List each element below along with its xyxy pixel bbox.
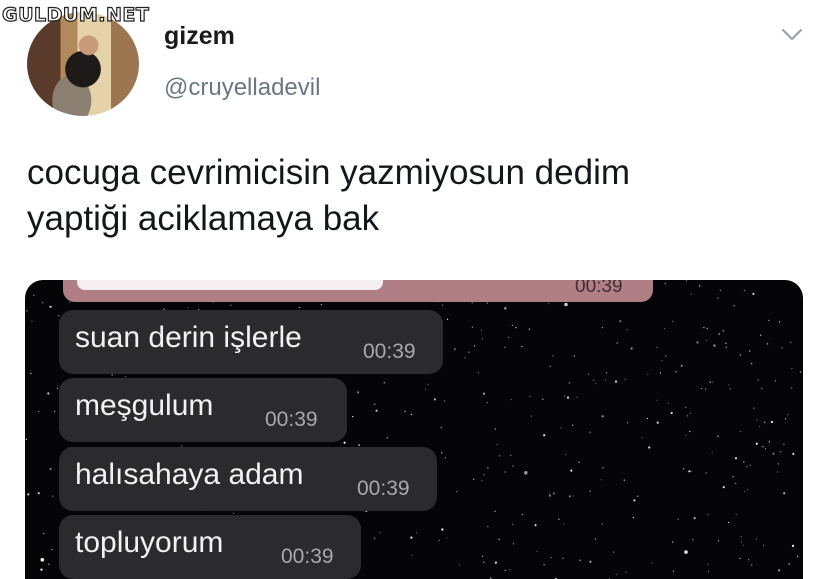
message-bubble[interactable]: meşgulum 00:39 bbox=[59, 378, 347, 442]
tweet-line: cocuga cevrimicisin yazmiyosun dedim bbox=[27, 153, 630, 192]
previous-message-time: 00:39 bbox=[575, 280, 623, 297]
message-bubble[interactable]: suan derin işlerle 00:39 bbox=[59, 310, 443, 374]
user-name[interactable]: gizem bbox=[164, 22, 235, 51]
tweet-text: cocuga cevrimicisin yazmiyosun dedim yap… bbox=[27, 150, 807, 242]
message-text: suan derin işlerle bbox=[75, 321, 302, 354]
previous-message-reply-box bbox=[77, 280, 383, 290]
message-time: 00:39 bbox=[265, 408, 318, 431]
message-text: topluyorum bbox=[75, 526, 224, 559]
watermark-logo: GULDUM.NET bbox=[1, 3, 150, 26]
message-bubble[interactable]: halısahaya adam 00:39 bbox=[59, 447, 437, 511]
message-time: 00:39 bbox=[357, 477, 410, 500]
message-text: halısahaya adam bbox=[75, 458, 304, 491]
user-handle[interactable]: @cruyelladevil bbox=[164, 74, 320, 102]
chevron-down-icon[interactable] bbox=[780, 24, 804, 44]
avatar[interactable] bbox=[27, 12, 139, 116]
chat-screenshot[interactable]: 00:39 suan derin işlerle 00:39 meşgulum … bbox=[25, 280, 803, 579]
message-text: meşgulum bbox=[75, 389, 214, 422]
message-time: 00:39 bbox=[363, 340, 416, 363]
message-bubble[interactable]: topluyorum 00:39 bbox=[59, 515, 361, 579]
message-time: 00:39 bbox=[281, 545, 334, 568]
tweet-line: yaptiği aciklamaya bak bbox=[27, 199, 380, 238]
